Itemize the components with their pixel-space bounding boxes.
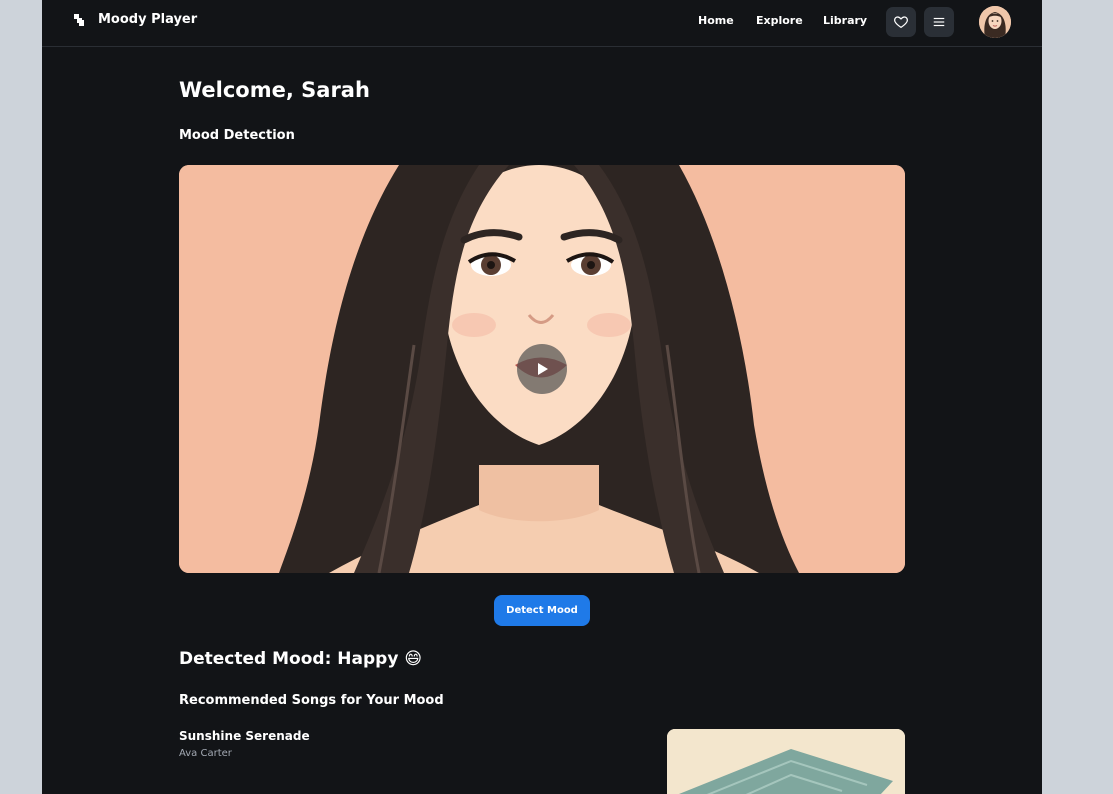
avatar[interactable] — [979, 6, 1011, 38]
song-artist: Ava Carter — [179, 748, 232, 759]
album-art-illustration — [667, 729, 905, 794]
nav-explore[interactable]: Explore — [756, 14, 803, 27]
detect-mood-button[interactable]: Detect Mood — [494, 595, 590, 626]
mood-detection-heading: Mood Detection — [179, 128, 295, 143]
song-title[interactable]: Sunshine Serenade — [179, 729, 310, 743]
heart-icon — [894, 16, 908, 28]
play-icon — [538, 363, 548, 375]
page-title: Welcome, Sarah — [179, 78, 370, 102]
app-window: Moody Player Home Explore Library Welcom… — [42, 0, 1042, 794]
recommended-songs-heading: Recommended Songs for Your Mood — [179, 693, 444, 708]
menu-icon — [933, 17, 945, 27]
logo-icon — [74, 13, 86, 26]
nav-home[interactable]: Home — [698, 14, 734, 27]
avatar-portrait-icon — [979, 6, 1011, 38]
camera-video-preview[interactable] — [179, 165, 905, 573]
detected-mood-heading: Detected Mood: Happy 😄 — [179, 649, 423, 669]
play-button[interactable] — [517, 344, 567, 394]
favorites-button[interactable] — [886, 7, 916, 37]
top-navigation-bar: Moody Player Home Explore Library — [42, 0, 1042, 47]
album-cover[interactable] — [667, 729, 905, 794]
menu-button[interactable] — [924, 7, 954, 37]
brand[interactable]: Moody Player — [74, 12, 197, 27]
app-name: Moody Player — [98, 12, 198, 27]
nav-library[interactable]: Library — [823, 14, 867, 27]
